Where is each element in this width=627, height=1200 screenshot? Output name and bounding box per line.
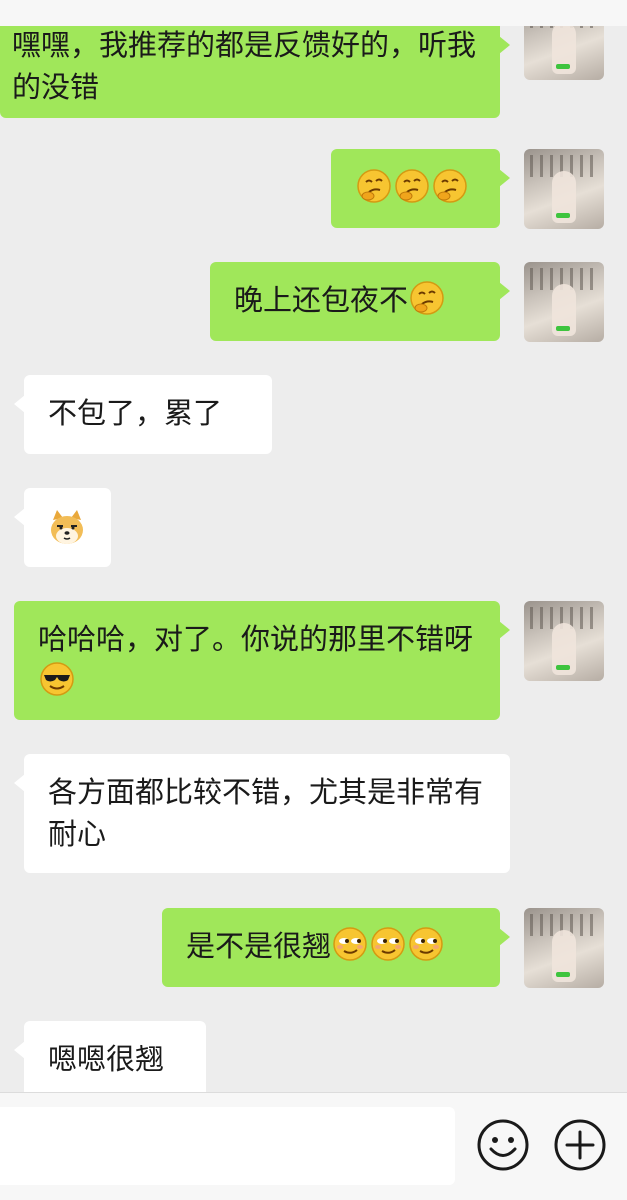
smirk-face-icon (370, 926, 406, 962)
message-bubble-sent[interactable]: 晚上还包夜不 (210, 262, 510, 341)
message-text: 嗯嗯很翘 (48, 1042, 165, 1076)
message-text: 不包了，累了 (48, 396, 223, 430)
message-text: 各方面都比较不错，尤其是非常有耐心 (48, 775, 484, 851)
thinking-face-icon (356, 168, 392, 204)
message-bubble-received[interactable]: 不包了，累了 (14, 375, 272, 454)
smirk-face-icon (332, 926, 368, 962)
top-bar (0, 0, 627, 26)
message-bubble-received[interactable]: 各方面都比较不错，尤其是非常有耐心 (14, 754, 510, 873)
message-input[interactable] (0, 1107, 455, 1185)
message-bubble-received[interactable]: 嗯嗯很翘 (14, 1021, 206, 1092)
message-text: 是不是很翘 (186, 929, 332, 963)
avatar[interactable] (524, 908, 604, 988)
message-bubble-received[interactable] (14, 488, 111, 567)
thinking-face-icon (394, 168, 430, 204)
chat-scroll-area[interactable]: 嘿嘿，我推荐的都是反馈好的，听我的没错 晚上还包夜不 不包了，累了 哈哈哈，对了… (0, 0, 627, 1092)
input-bar (0, 1092, 627, 1200)
message-bubble-sent[interactable]: 哈哈哈，对了。你说的那里不错呀 (14, 601, 510, 720)
avatar[interactable] (524, 601, 604, 681)
message-bubble-sent[interactable]: 是不是很翘 (162, 908, 510, 987)
smiley-icon[interactable] (476, 1118, 530, 1172)
message-text: 哈哈哈，对了。你说的那里不错呀 (38, 622, 474, 656)
message-bubble-sent[interactable]: 嘿嘿，我推荐的都是反馈好的，听我的没错 (0, 16, 510, 118)
plus-circle-icon[interactable] (553, 1118, 607, 1172)
message-bubble-sent[interactable] (331, 149, 510, 228)
message-text: 晚上还包夜不 (234, 283, 409, 317)
thinking-face-icon (432, 168, 468, 204)
sunglasses-face-icon (39, 661, 75, 697)
message-text: 嘿嘿，我推荐的都是反馈好的，听我的没错 (12, 28, 477, 104)
avatar[interactable] (524, 262, 604, 342)
avatar[interactable] (524, 149, 604, 229)
doge-face-icon (47, 508, 87, 548)
smirk-face-icon (408, 926, 444, 962)
thinking-face-icon (409, 280, 445, 316)
